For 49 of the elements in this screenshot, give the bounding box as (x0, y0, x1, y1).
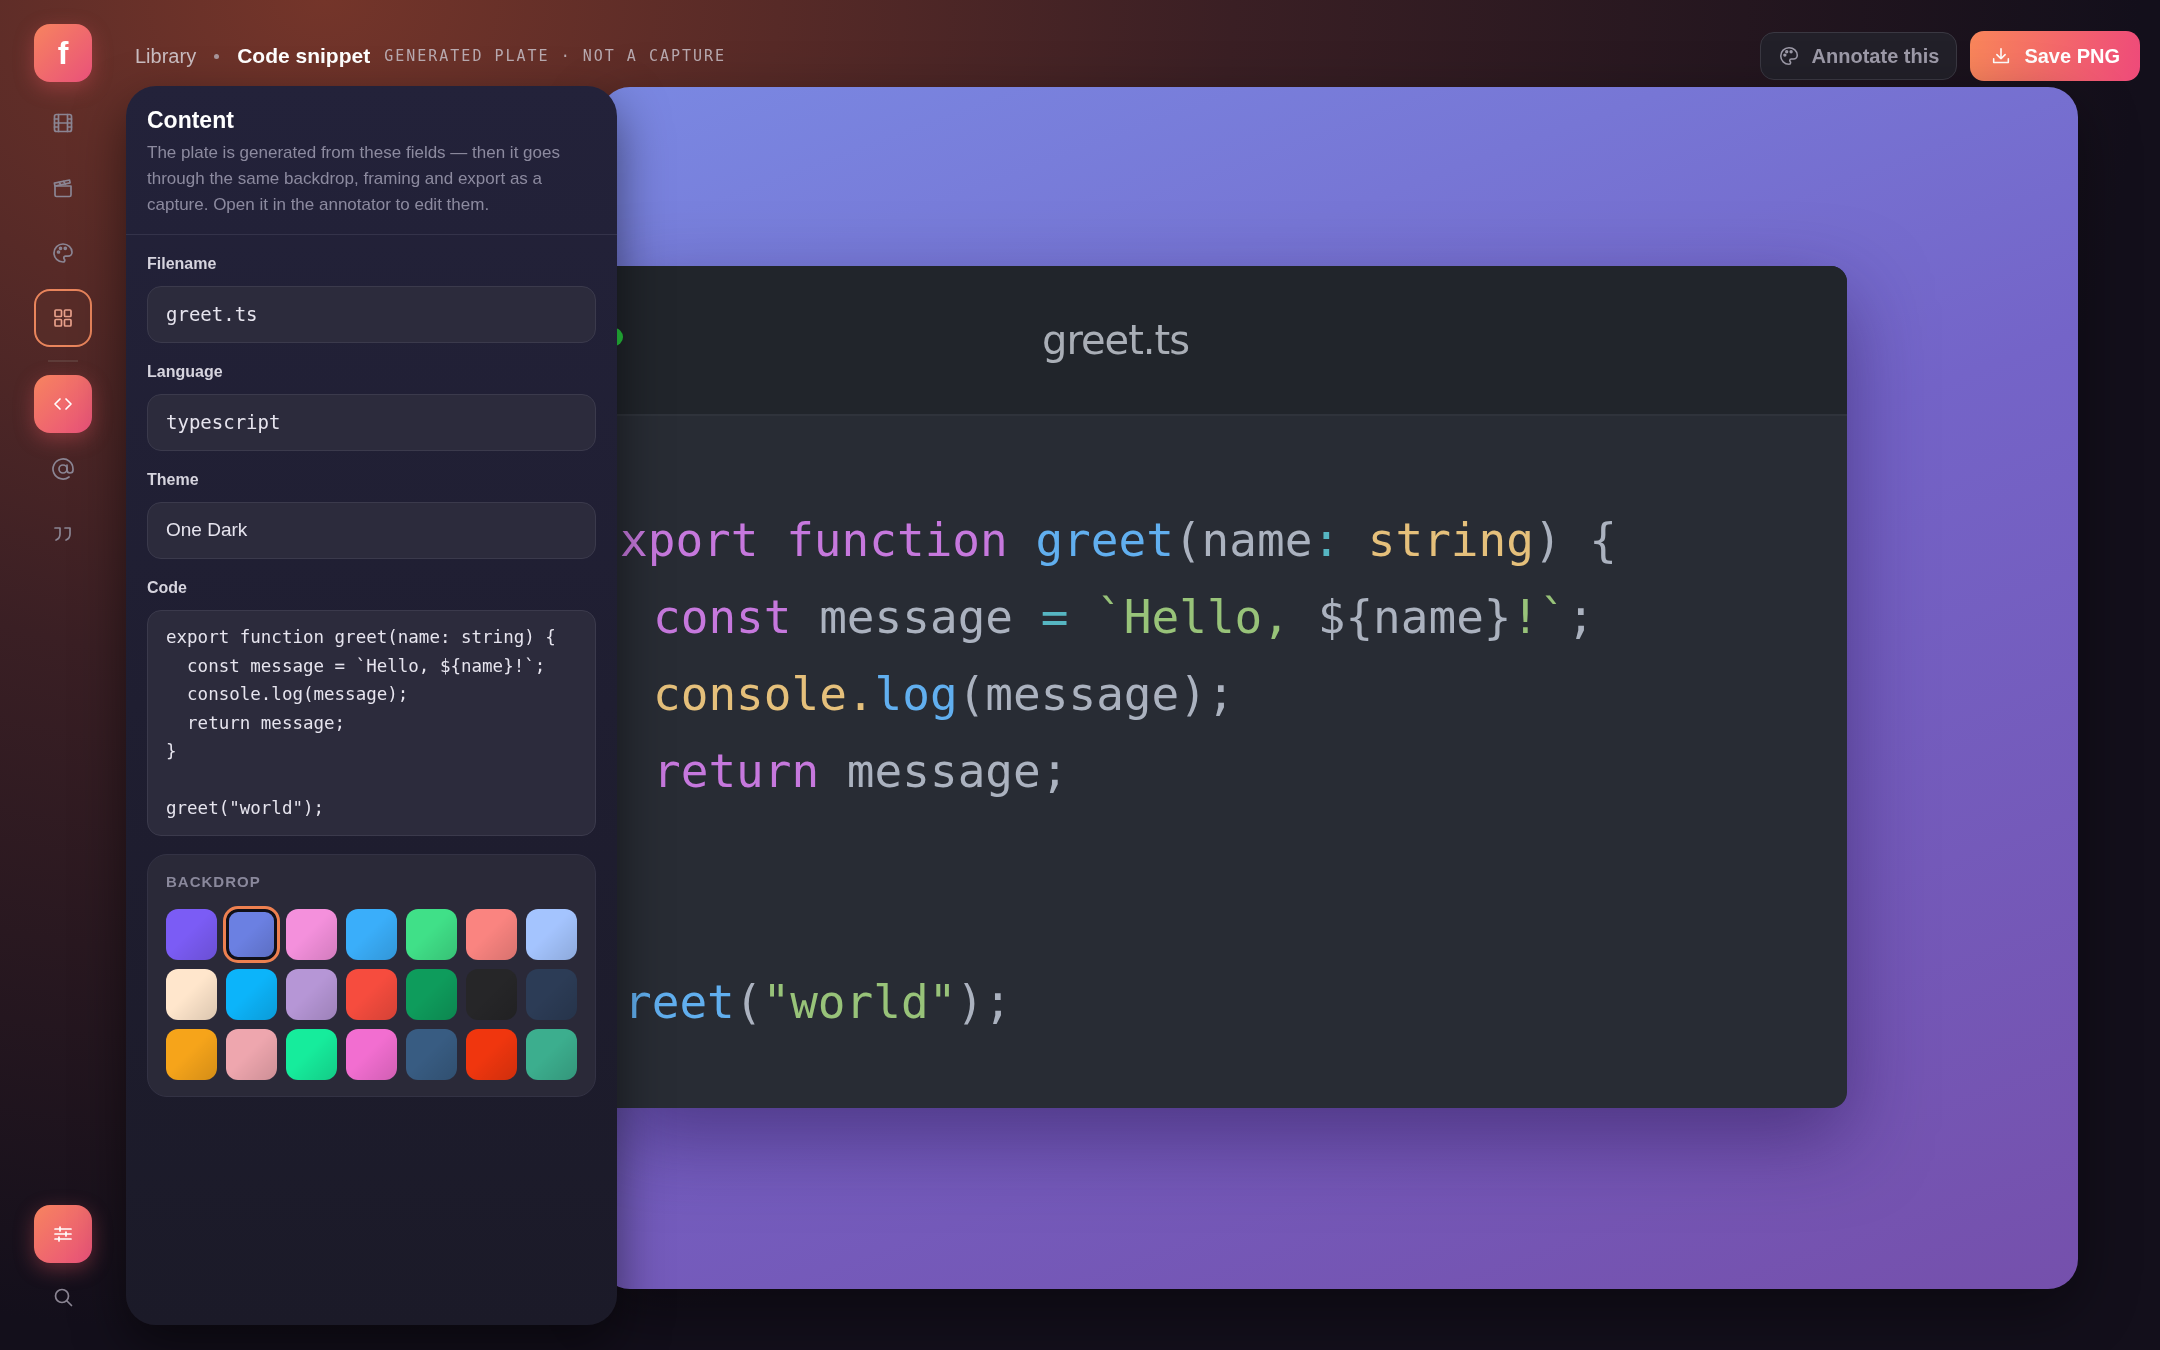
code-line: return message; (653, 744, 1069, 798)
code-field[interactable]: export function greet(name: string) { const message = `Hello, ${name}!`; console.log(message); return message; } greet("world"); (147, 610, 596, 836)
grid-icon (51, 306, 75, 330)
field-label: Theme (147, 470, 200, 490)
backdrop-swatch[interactable] (226, 909, 277, 960)
input-field[interactable]: typescript (147, 394, 596, 451)
backdrop-swatch[interactable] (166, 909, 217, 960)
field-label: Language (147, 362, 224, 382)
input-field[interactable]: One Dark (147, 502, 596, 559)
field-label: Code (147, 578, 188, 598)
backdrop-swatch[interactable] (406, 1029, 457, 1080)
sidebar-button[interactable] (34, 375, 92, 433)
backdrop-swatch[interactable] (406, 909, 457, 960)
field-label: Filename (147, 254, 218, 274)
backdrop-swatch[interactable] (286, 909, 337, 960)
backdrop-swatch[interactable] (346, 969, 397, 1020)
clapperboard-icon (51, 176, 75, 200)
backdrop-swatch[interactable] (466, 1029, 517, 1080)
at-sign-icon (51, 457, 75, 481)
backdrop-swatch[interactable] (226, 1029, 277, 1080)
code-line: const message = `Hello, ${name}!`; (653, 590, 1595, 644)
film-icon (51, 111, 75, 135)
code-line: reet("world"); (624, 975, 1012, 1029)
panel-description: The plate is generated from these fields — then it goes through the same backdrop, framing and export as a capture. Open it in the annotator to edit them. (147, 142, 561, 216)
backdrop-swatch[interactable] (466, 909, 517, 960)
backdrop-swatch[interactable] (346, 909, 397, 960)
sidebar-button[interactable] (34, 1205, 92, 1263)
breadcrumb-link[interactable]: Library (135, 41, 197, 71)
backdrop-swatch[interactable] (406, 969, 457, 1020)
window-title: greet.ts (1042, 316, 1190, 365)
plate-tag: GENERATED PLATE · NOT A CAPTURE (384, 44, 727, 68)
backdrop-swatch[interactable] (226, 969, 277, 1020)
backdrop-swatch[interactable] (286, 1029, 337, 1080)
backdrop-swatch[interactable] (526, 969, 577, 1020)
panel-title: Content (147, 106, 235, 134)
section-heading: BACKDROP (166, 871, 262, 892)
annotate-button[interactable]: Annotate this (1759, 32, 1958, 80)
backdrop-swatch[interactable] (286, 969, 337, 1020)
backdrop-swatch[interactable] (166, 1029, 217, 1080)
code-line: console.log(message); (653, 667, 1235, 721)
backdrop-swatch[interactable] (166, 969, 217, 1020)
backdrop-swatch[interactable] (526, 1029, 577, 1080)
page-title: Code snippet (237, 43, 371, 70)
palette-icon (51, 241, 75, 265)
palette-icon (1777, 45, 1800, 67)
code-line: xport function greet(name: string) { (620, 513, 1618, 567)
input-field[interactable]: greet.ts (147, 286, 596, 343)
backdrop-swatch[interactable] (346, 1029, 397, 1080)
backdrop-swatch[interactable] (526, 909, 577, 960)
